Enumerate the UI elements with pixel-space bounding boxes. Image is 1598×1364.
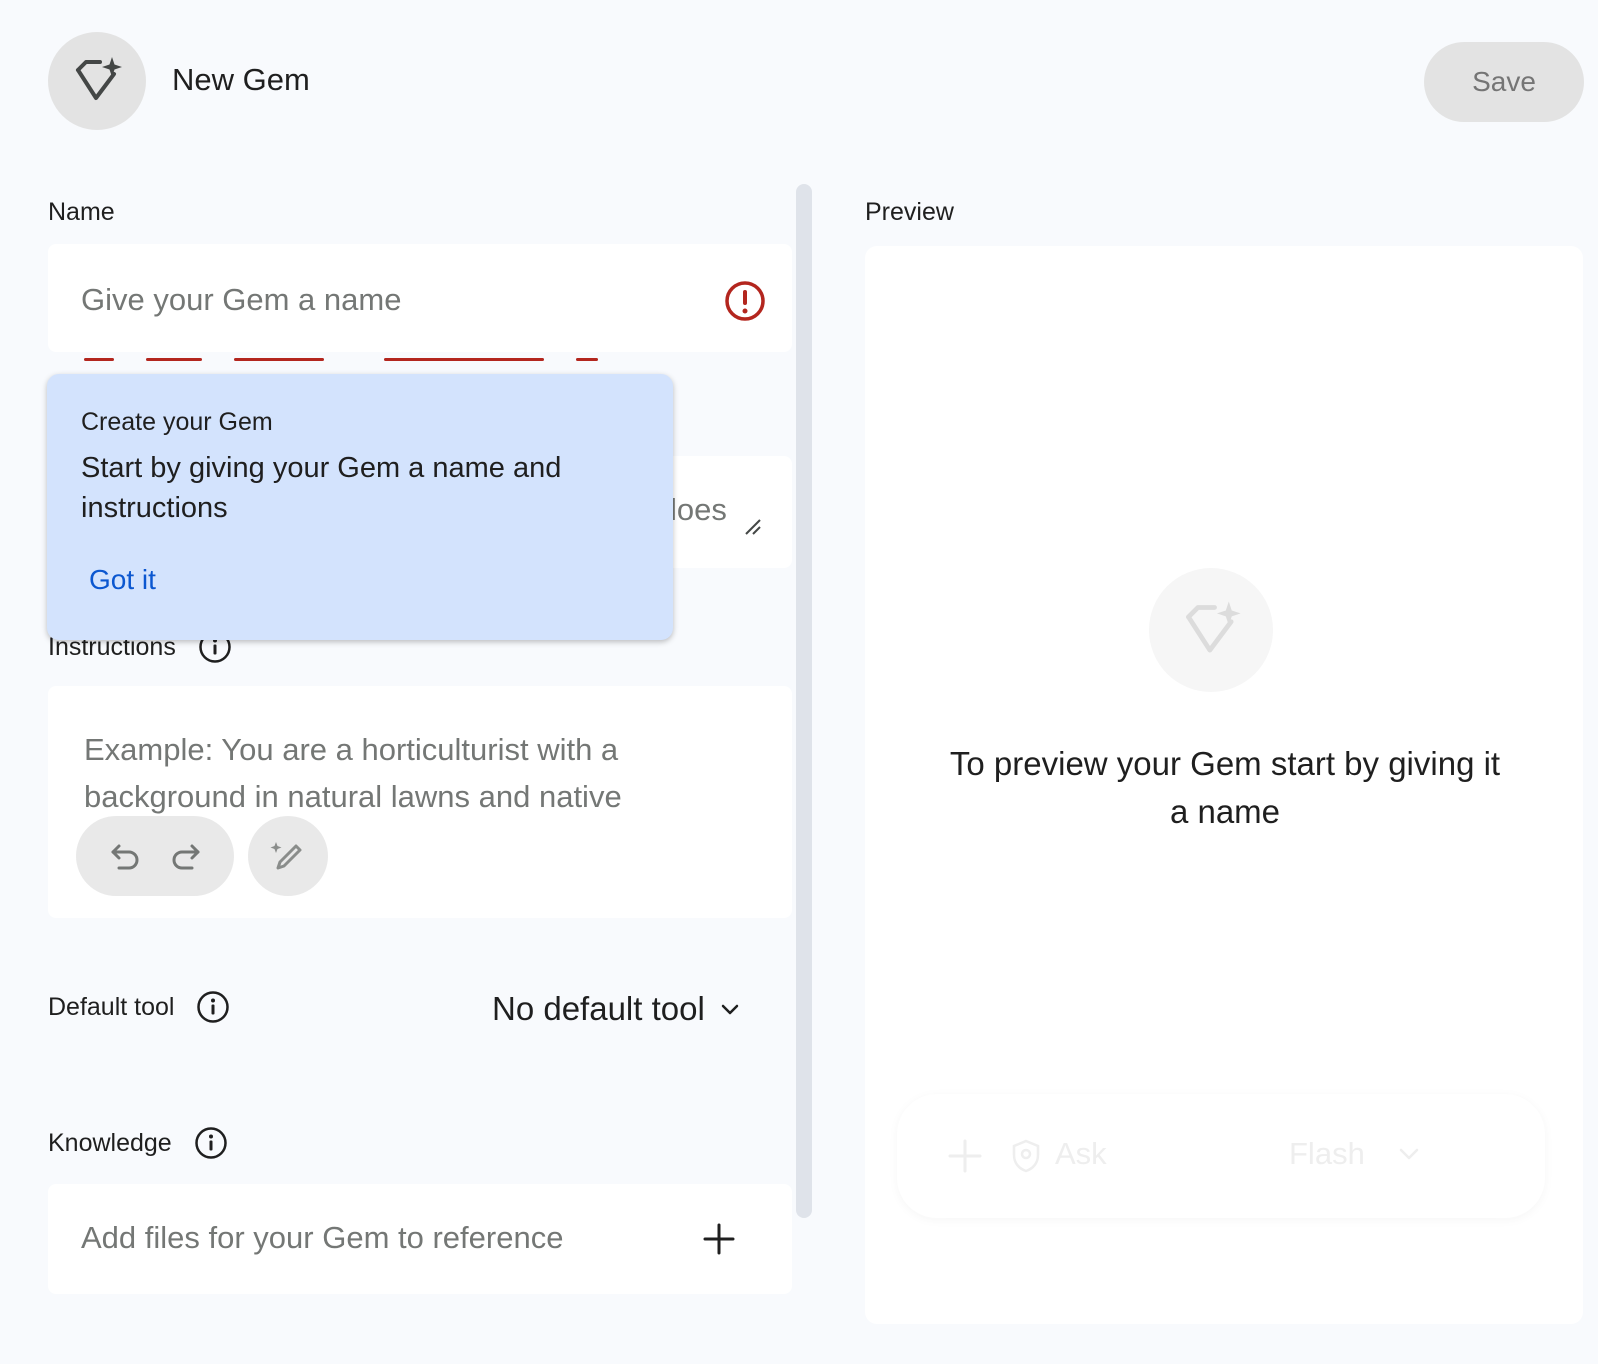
name-placeholder: Give your Gem a name (81, 282, 402, 317)
resize-handle-icon[interactable] (744, 518, 762, 536)
name-label: Name (48, 198, 115, 227)
default-tool-dropdown[interactable]: No default tool (492, 990, 741, 1028)
gem-avatar (48, 32, 146, 130)
model-selector: Flash (1289, 1136, 1421, 1172)
instructions-field[interactable]: Example: You are a horticulturist with a… (48, 686, 792, 918)
save-button[interactable]: Save (1424, 42, 1584, 122)
tooltip-title: Create your Gem (81, 408, 273, 436)
info-icon[interactable] (194, 1126, 228, 1160)
undo-icon[interactable] (107, 838, 143, 874)
name-field[interactable]: Give your Gem a name (48, 244, 792, 352)
default-tool-label: Default tool (48, 990, 230, 1024)
knowledge-upload-field[interactable]: Add files for your Gem to reference (48, 1184, 792, 1294)
knowledge-label-text: Knowledge (48, 1128, 172, 1157)
add-icon (948, 1139, 982, 1173)
gem-sparkle-icon (1186, 601, 1241, 653)
preview-panel: To preview your Gem start by giving it a… (865, 246, 1583, 1324)
page-title: New Gem (172, 62, 310, 97)
redo-icon[interactable] (168, 838, 204, 874)
shield-icon (1012, 1139, 1040, 1173)
magic-edit-button[interactable] (248, 816, 328, 896)
gem-sparkle-icon (76, 57, 122, 100)
got-it-button[interactable]: Got it (89, 564, 156, 596)
add-icon[interactable] (702, 1222, 736, 1256)
form-scrollbar[interactable] (796, 184, 812, 1218)
description-placeholder: loes (670, 492, 727, 527)
knowledge-placeholder: Add files for your Gem to reference (81, 1220, 564, 1255)
prompt-placeholder: Ask (1055, 1136, 1107, 1171)
name-label-text: Name (48, 198, 115, 226)
error-icon (725, 281, 765, 321)
chevron-down-icon (1399, 1148, 1419, 1160)
instructions-placeholder: Example: You are a horticulturist with a… (84, 732, 622, 814)
onboarding-tooltip: Create your Gem Start by giving your Gem… (47, 374, 673, 640)
undo-redo-group (76, 816, 234, 896)
knowledge-label: Knowledge (48, 1126, 228, 1160)
preview-gem-avatar (1149, 568, 1273, 692)
magic-pen-icon (270, 842, 302, 870)
model-label: Flash (1289, 1136, 1365, 1171)
preview-prompt-bar: Ask Flash (897, 1094, 1545, 1218)
preview-message: To preview your Gem start by giving it a… (949, 745, 1501, 830)
info-icon[interactable] (196, 990, 230, 1024)
tooltip-body: Start by giving your Gem a name and inst… (81, 452, 562, 524)
preview-label: Preview (865, 198, 954, 226)
default-tool-label-text: Default tool (48, 992, 175, 1021)
header: New Gem Save (0, 0, 1598, 160)
name-error-text (84, 358, 604, 366)
chevron-down-icon (721, 1004, 739, 1015)
gem-form: Name Give your Gem a name loes Instructi… (48, 180, 792, 1364)
default-tool-value: No default tool (492, 990, 705, 1027)
